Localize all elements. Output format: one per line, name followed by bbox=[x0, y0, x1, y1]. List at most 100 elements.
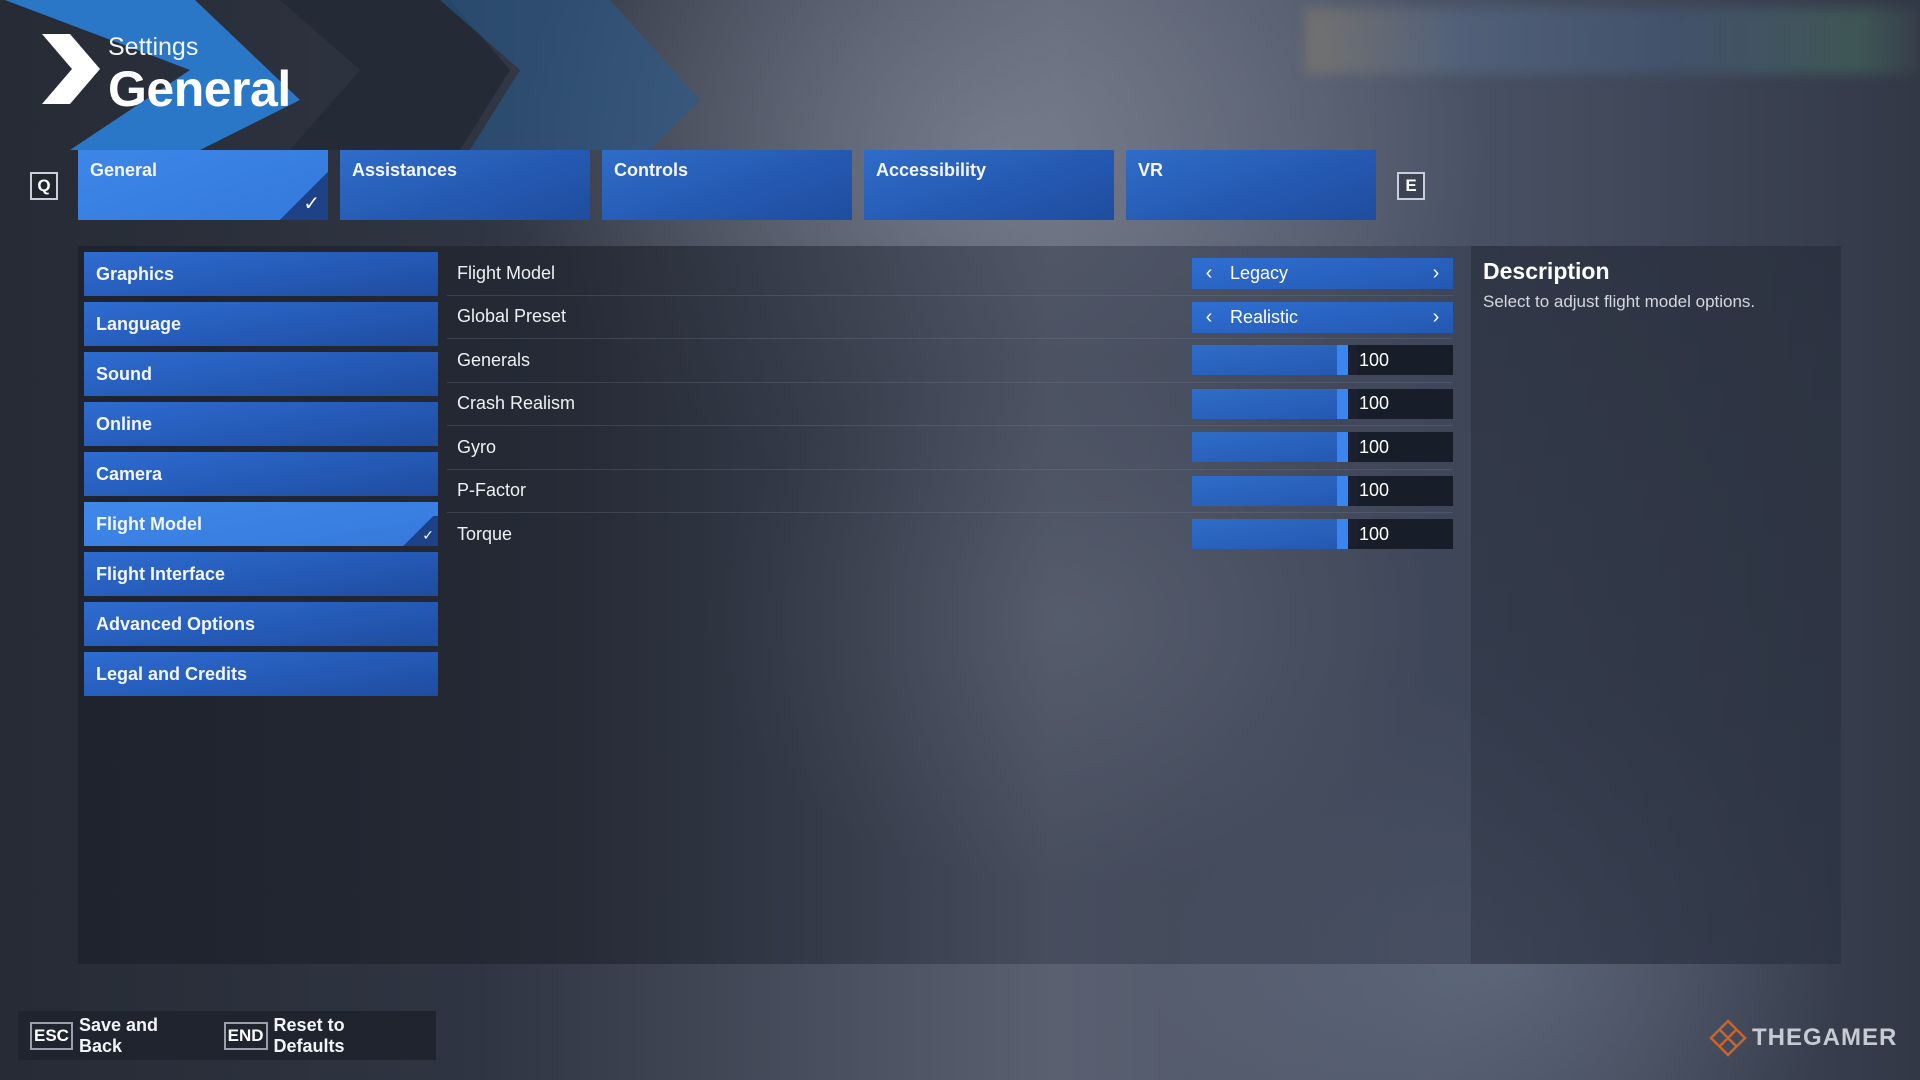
prev-tab-key[interactable]: Q bbox=[30, 172, 58, 200]
slider-fill bbox=[1192, 388, 1337, 419]
top-tabs: General ✓ Assistances Controls Accessibi… bbox=[78, 150, 1376, 220]
chevron-left-icon[interactable]: ‹ bbox=[1192, 262, 1226, 285]
p-factor-slider[interactable]: 100 bbox=[1192, 475, 1453, 506]
header-chevron-icon bbox=[42, 34, 100, 104]
setting-row-p-factor[interactable]: P-Factor 100 bbox=[447, 470, 1453, 513]
thegamer-logo-icon bbox=[1709, 1019, 1747, 1057]
setting-label: Generals bbox=[457, 349, 531, 370]
header-subtitle: Settings bbox=[108, 33, 199, 61]
sidebar-item-label: Flight Interface bbox=[96, 563, 226, 584]
generals-slider[interactable]: 100 bbox=[1192, 345, 1453, 375]
slider-value: 100 bbox=[1358, 519, 1453, 549]
slider-fill bbox=[1192, 432, 1337, 462]
setting-label: Global Preset bbox=[457, 306, 567, 327]
sidebar-item-flight-model[interactable]: Flight Model ✓ bbox=[84, 502, 438, 546]
slider-track[interactable] bbox=[1192, 475, 1358, 506]
description-panel: Description Select to adjust flight mode… bbox=[1471, 246, 1841, 964]
tab-label: VR bbox=[1138, 160, 1164, 180]
page-title: General bbox=[108, 61, 291, 117]
chevron-left-icon[interactable]: ‹ bbox=[1192, 306, 1226, 329]
description-text: Select to adjust flight model options. bbox=[1483, 292, 1756, 311]
crash-realism-slider[interactable]: 100 bbox=[1192, 388, 1453, 419]
setting-label: Torque bbox=[457, 524, 513, 545]
reset-to-defaults-button[interactable]: END Reset to Defaults bbox=[223, 1014, 400, 1057]
watermark-text: THEGAMER bbox=[1752, 1024, 1898, 1051]
slider-fill bbox=[1192, 345, 1337, 375]
save-and-back-button[interactable]: ESC Save and Back bbox=[30, 1015, 188, 1057]
sidebar-item-advanced-options[interactable]: Advanced Options bbox=[84, 602, 438, 646]
slider-fill bbox=[1192, 475, 1337, 506]
tab-label: Controls bbox=[614, 160, 688, 180]
slider-handle[interactable] bbox=[1337, 345, 1348, 375]
page-header: Settings General bbox=[108, 32, 291, 116]
flight-model-selector[interactable]: ‹ Legacy › bbox=[1192, 258, 1453, 289]
sidebar-item-online[interactable]: Online bbox=[84, 402, 438, 446]
slider-track[interactable] bbox=[1192, 519, 1358, 549]
description-title: Description bbox=[1483, 258, 1610, 284]
tab-label: Accessibility bbox=[876, 160, 987, 180]
sidebar-item-label: Legal and Credits bbox=[96, 663, 248, 684]
check-icon: ✓ bbox=[303, 193, 320, 215]
settings-list: Flight Model ‹ Legacy › Global Preset ‹ … bbox=[447, 252, 1453, 557]
sidebar-item-label: Online bbox=[96, 413, 153, 434]
setting-row-flight-model[interactable]: Flight Model ‹ Legacy › bbox=[447, 252, 1453, 296]
selector-value: Legacy bbox=[1230, 263, 1289, 283]
setting-label: Gyro bbox=[457, 436, 497, 457]
sidebar-item-label: Camera bbox=[96, 463, 163, 484]
check-icon: ✓ bbox=[422, 527, 434, 543]
sidebar: Graphics Language Sound Online Camera Fl… bbox=[84, 252, 438, 702]
tab-general[interactable]: General ✓ bbox=[78, 150, 328, 220]
tab-accessibility[interactable]: Accessibility bbox=[864, 150, 1114, 220]
slider-handle[interactable] bbox=[1337, 432, 1348, 462]
chevron-right-icon[interactable]: › bbox=[1419, 306, 1453, 329]
slider-fill bbox=[1192, 519, 1337, 549]
sidebar-item-label: Flight Model bbox=[96, 513, 202, 534]
slider-track[interactable] bbox=[1192, 345, 1358, 375]
end-key: END bbox=[223, 1021, 268, 1050]
sidebar-item-graphics[interactable]: Graphics bbox=[84, 252, 438, 296]
blurred-profile-area bbox=[1305, 8, 1920, 74]
tab-vr[interactable]: VR bbox=[1126, 150, 1376, 220]
sidebar-item-sound[interactable]: Sound bbox=[84, 352, 438, 396]
slider-value: 100 bbox=[1358, 345, 1453, 375]
chevron-right-icon[interactable]: › bbox=[1419, 262, 1453, 285]
gyro-slider[interactable]: 100 bbox=[1192, 432, 1453, 462]
slider-value: 100 bbox=[1358, 388, 1453, 419]
tab-label: General bbox=[90, 160, 158, 180]
setting-label: P-Factor bbox=[457, 480, 527, 501]
setting-row-generals[interactable]: Generals 100 bbox=[447, 339, 1453, 383]
sidebar-item-legal-and-credits[interactable]: Legal and Credits bbox=[84, 652, 438, 696]
reset-to-defaults-label: Reset to Defaults bbox=[273, 1014, 345, 1056]
sidebar-item-label: Graphics bbox=[96, 263, 175, 284]
tab-controls[interactable]: Controls bbox=[602, 150, 852, 220]
esc-key: ESC bbox=[30, 1021, 73, 1050]
slider-handle[interactable] bbox=[1337, 388, 1348, 419]
sidebar-item-label: Language bbox=[96, 313, 182, 334]
sidebar-item-flight-interface[interactable]: Flight Interface bbox=[84, 552, 438, 596]
setting-label: Flight Model bbox=[457, 262, 556, 283]
bottom-action-bar: ESC Save and Back END Reset to Defaults bbox=[18, 1011, 436, 1060]
slider-value: 100 bbox=[1358, 475, 1453, 506]
tab-label: Assistances bbox=[352, 160, 458, 180]
sidebar-item-label: Sound bbox=[96, 363, 152, 384]
tab-assistances[interactable]: Assistances bbox=[340, 150, 590, 220]
setting-row-crash-realism[interactable]: Crash Realism 100 bbox=[447, 383, 1453, 426]
setting-row-torque[interactable]: Torque 100 bbox=[447, 513, 1453, 557]
torque-slider[interactable]: 100 bbox=[1192, 519, 1453, 549]
next-tab-key[interactable]: E bbox=[1397, 172, 1425, 200]
thegamer-watermark: THEGAMER bbox=[1708, 1018, 1897, 1058]
save-and-back-label: Save and Back bbox=[78, 1014, 159, 1056]
slider-value: 100 bbox=[1358, 432, 1453, 462]
slider-handle[interactable] bbox=[1337, 475, 1348, 506]
setting-label: Crash Realism bbox=[457, 393, 576, 414]
setting-row-gyro[interactable]: Gyro 100 bbox=[447, 426, 1453, 470]
slider-track[interactable] bbox=[1192, 388, 1358, 419]
setting-row-global-preset[interactable]: Global Preset ‹ Realistic › bbox=[447, 296, 1453, 339]
sidebar-item-camera[interactable]: Camera bbox=[84, 452, 438, 496]
slider-track[interactable] bbox=[1192, 432, 1358, 462]
sidebar-item-language[interactable]: Language bbox=[84, 302, 438, 346]
slider-handle[interactable] bbox=[1337, 519, 1348, 549]
selector-value: Realistic bbox=[1230, 306, 1299, 327]
global-preset-selector[interactable]: ‹ Realistic › bbox=[1192, 301, 1453, 333]
sidebar-item-label: Advanced Options bbox=[96, 613, 256, 634]
